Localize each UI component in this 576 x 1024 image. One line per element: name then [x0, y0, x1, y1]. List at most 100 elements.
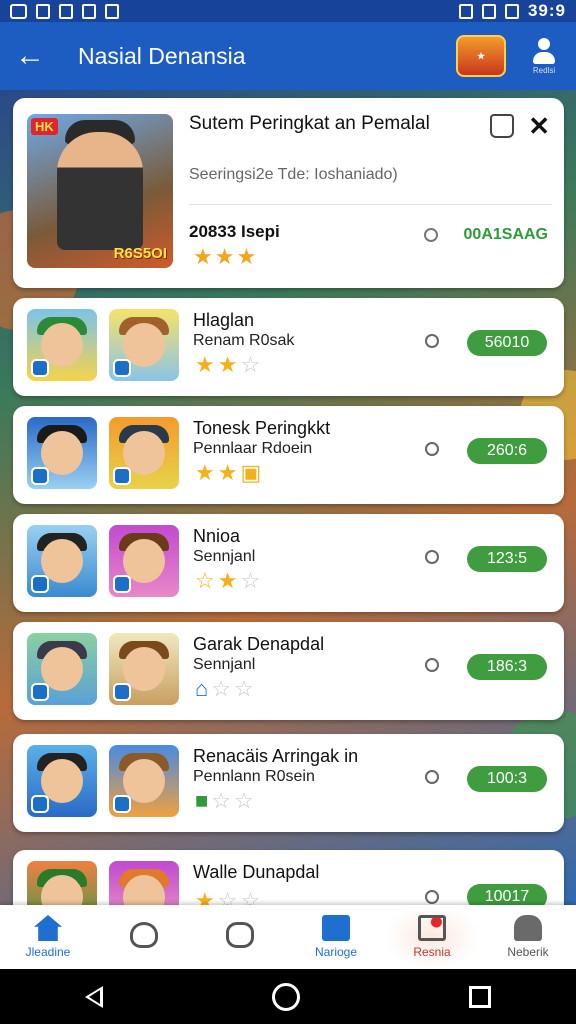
clock-icon: [424, 228, 438, 242]
item-title: Walle Dunapdal: [193, 862, 320, 882]
arrow-left-icon: ←: [15, 39, 45, 72]
featured-card[interactable]: HK R6S5OI Sutem Peringkat an Pemalal See…: [13, 98, 564, 288]
nav-home[interactable]: Jleadine: [0, 905, 96, 969]
bluetooth-status-icon: [458, 3, 473, 19]
game-badge-icon[interactable]: ★: [456, 35, 506, 77]
profile-button[interactable]: Redlsi: [524, 37, 564, 75]
battery-icon: [504, 3, 519, 19]
game-thumbnail[interactable]: [109, 309, 179, 381]
recent-apps-icon[interactable]: [469, 985, 492, 1008]
item-title: Tonesk Peringkkt: [193, 418, 331, 438]
badge-icon: [113, 359, 131, 377]
game-thumbnail[interactable]: [27, 309, 97, 381]
app-bar: ← Nasial Denansia ★ Redlsi: [0, 22, 576, 90]
status-icons-left: [10, 3, 119, 19]
item-title: Garak Denapdal: [193, 634, 325, 654]
person-icon: [514, 915, 542, 941]
rating-stars: ⌂☆☆: [195, 676, 257, 701]
rating-stars: ☆★☆: [195, 568, 264, 593]
clock-icon: [425, 550, 439, 564]
points-button[interactable]: 123:5: [467, 546, 547, 572]
rating-stars: ★★▣: [195, 460, 265, 485]
pet-icon: [226, 922, 254, 948]
gift-icon: [322, 915, 350, 941]
profile-label: Redlsi: [532, 65, 556, 75]
clock-icon: [425, 658, 439, 672]
rating-stars: ■☆☆: [195, 788, 257, 813]
clock: 39:9: [527, 1, 566, 20]
nav-network[interactable]: Neberik: [480, 905, 576, 969]
clock-icon: [425, 442, 439, 456]
item-title: Nnioa: [193, 526, 241, 546]
game-thumbnail[interactable]: [109, 417, 179, 489]
notification-icon: [10, 3, 27, 19]
back-icon[interactable]: [84, 985, 103, 1008]
nav-gifts[interactable]: Narioge: [288, 905, 384, 969]
list-item[interactable]: Hlaglan Renam R0sak ★★☆ 56010: [13, 298, 564, 396]
bluetooth-icon: [36, 3, 50, 19]
badge-icon: [113, 467, 131, 485]
page-title: Nasial Denansia: [78, 42, 246, 69]
featured-subtitle: Seeringsi2e Tde: Ioshaniado): [189, 166, 398, 183]
badge-icon: [113, 795, 131, 813]
badge-icon: [113, 683, 131, 701]
home-circle-icon[interactable]: [271, 982, 300, 1011]
item-subtitle: Pennlaar Rdoein: [193, 440, 313, 457]
close-icon[interactable]: ✕: [528, 113, 550, 139]
nav-favorites[interactable]: [96, 905, 192, 969]
thumb-tag: HK: [31, 118, 58, 135]
status-bar: 39:9: [0, 0, 576, 22]
list-item[interactable]: Garak Denapdal Sennjanl ⌂☆☆ 186:3: [13, 622, 564, 720]
item-subtitle: Pennlann R0sein: [193, 768, 315, 785]
badge-icon: [31, 575, 49, 593]
clock-icon: [425, 770, 439, 784]
game-thumbnail[interactable]: [109, 525, 179, 597]
thumb-score: R6S5OI: [113, 245, 167, 262]
game-thumbnail[interactable]: [27, 633, 97, 705]
rating-stars: ★★☆: [195, 352, 264, 377]
game-thumbnail[interactable]: [27, 417, 97, 489]
clock-icon: [425, 890, 439, 904]
bottom-navigation: Jleadine Narioge Resnia Neberik: [0, 905, 576, 969]
points-button[interactable]: 56010: [467, 330, 547, 356]
list-item[interactable]: Nnioa Sennjanl ☆★☆ 123:5: [13, 514, 564, 612]
game-thumbnail[interactable]: [109, 633, 179, 705]
game-thumbnail[interactable]: [27, 745, 97, 817]
points-button[interactable]: 186:3: [467, 654, 547, 680]
back-button[interactable]: ←: [0, 22, 60, 90]
clock-icon: [425, 334, 439, 348]
game-thumbnail[interactable]: [109, 745, 179, 817]
item-subtitle: Renam R0sak: [193, 332, 295, 349]
points-button[interactable]: 260:6: [467, 438, 547, 464]
status-icons-right: 39:9: [458, 1, 566, 21]
featured-name: 20833 Isepi: [189, 222, 280, 241]
nav-pets[interactable]: [192, 905, 288, 969]
wifi-icon: [481, 3, 496, 19]
save-icon[interactable]: [490, 114, 515, 138]
list-item[interactable]: Tonesk Peringkkt Pennlaar Rdoein ★★▣ 260…: [13, 406, 564, 504]
item-subtitle: Sennjanl: [193, 548, 256, 565]
system-navigation: [0, 969, 576, 1024]
featured-game-thumbnail[interactable]: HK R6S5OI: [27, 114, 173, 268]
badge-icon: [113, 575, 131, 593]
badge-icon: [31, 683, 49, 701]
badge-icon: [31, 795, 49, 813]
featured-actions: ✕: [490, 113, 550, 139]
list-item[interactable]: Renacäis Arringak in Pennlann R0sein ■☆☆…: [13, 734, 564, 832]
camera-alt-icon: [105, 3, 119, 19]
points-button[interactable]: 100:3: [467, 766, 547, 792]
badge-icon: [31, 467, 49, 485]
game-thumbnail[interactable]: [27, 525, 97, 597]
hero-illustration: [57, 132, 143, 250]
heart-icon: [130, 922, 158, 948]
featured-stars: ★★★: [193, 244, 259, 269]
divider: [189, 204, 552, 205]
app-notification-icon: [59, 3, 73, 19]
item-title: Renacäis Arringak in: [193, 746, 359, 766]
badge-icon: [31, 359, 49, 377]
featured-title: Sutem Peringkat an Pemalal: [189, 113, 430, 134]
item-title: Hlaglan: [193, 310, 255, 330]
camera-icon: [82, 3, 96, 19]
nav-ranking[interactable]: Resnia: [384, 905, 480, 969]
ranking-icon: [418, 915, 446, 941]
